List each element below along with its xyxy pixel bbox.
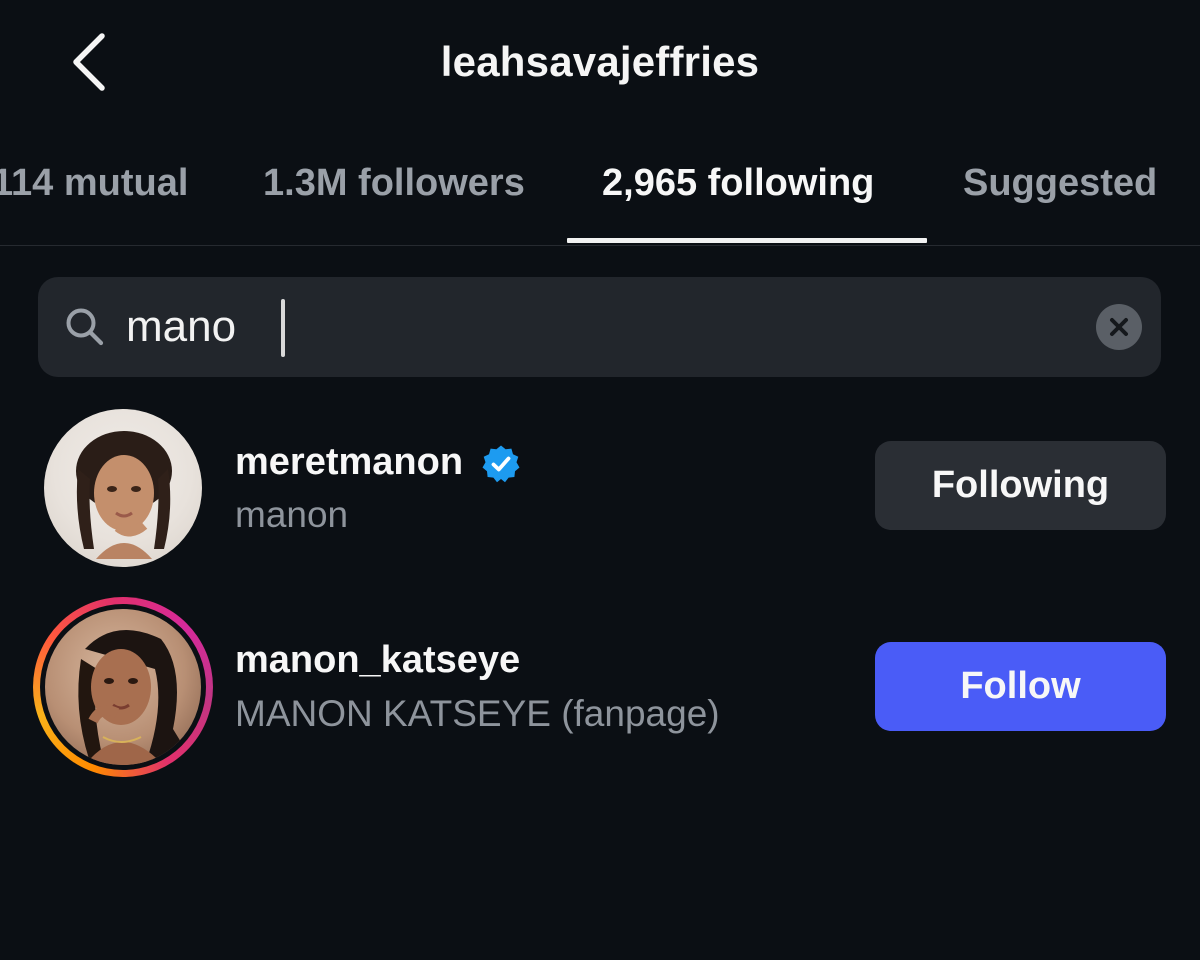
username[interactable]: manon_katseye (235, 639, 520, 682)
tab-mutual[interactable]: 114 mutual (0, 162, 188, 205)
search-bar[interactable] (38, 277, 1161, 377)
username[interactable]: meretmanon (235, 441, 463, 484)
active-tab-indicator (567, 238, 927, 243)
close-icon (1110, 318, 1128, 336)
tab-bar: 114 mutual 1.3M followers 2,965 followin… (0, 140, 1200, 246)
tab-suggested[interactable]: Suggested (963, 162, 1157, 205)
verified-badge-icon (482, 445, 520, 483)
header: leahsavajeffries (0, 0, 1200, 120)
display-name: MANON KATSEYE (fanpage) (235, 693, 720, 734)
profile-photo (78, 630, 195, 765)
following-button[interactable]: Following (875, 441, 1166, 530)
follow-button[interactable]: Follow (875, 642, 1166, 731)
page-title: leahsavajeffries (440, 38, 760, 85)
story-ring[interactable] (33, 597, 213, 777)
search-input[interactable] (126, 287, 1066, 367)
list-item[interactable]: manon_katseye MANON KATSEYE (fanpage) Fo… (0, 597, 1200, 777)
profile-photo (76, 431, 172, 559)
tab-following[interactable]: 2,965 following (602, 162, 874, 205)
list-item[interactable]: meretmanon manon Following (0, 405, 1200, 575)
tab-followers[interactable]: 1.3M followers (263, 162, 525, 205)
clear-search-button[interactable] (1096, 304, 1142, 350)
display-name: manon (235, 494, 349, 535)
avatar (45, 609, 201, 765)
search-icon (66, 308, 104, 346)
avatar[interactable] (42, 407, 204, 569)
text-caret (281, 299, 285, 357)
